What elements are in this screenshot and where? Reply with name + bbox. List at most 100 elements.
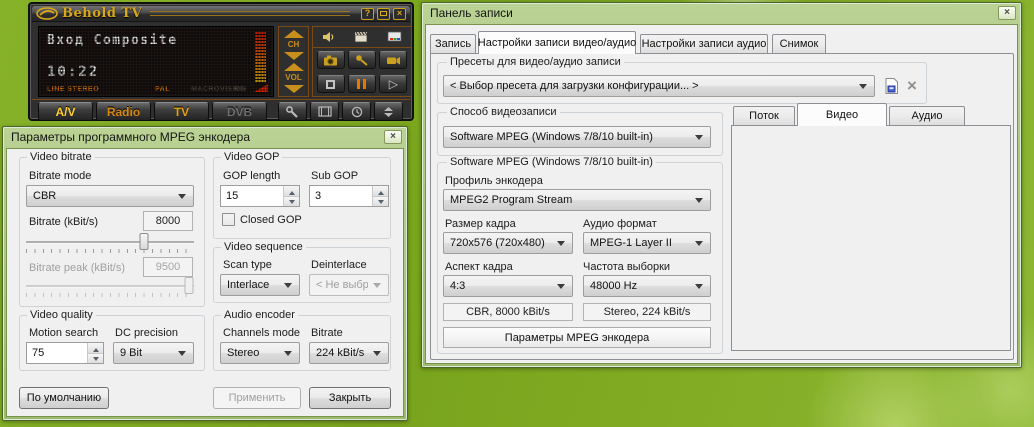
volume-down-button[interactable] — [284, 85, 304, 93]
bitrate-mode-combo[interactable]: CBR — [26, 185, 194, 207]
mute-icon[interactable] — [322, 31, 335, 43]
subtab-audio[interactable]: Аудио — [889, 106, 965, 125]
volume-up-button[interactable] — [284, 63, 304, 71]
close-button[interactable]: × — [384, 130, 402, 144]
volume-meter — [255, 32, 266, 82]
spinner-buttons[interactable] — [283, 186, 299, 206]
snapshot-button[interactable] — [317, 51, 345, 69]
mode-button-av[interactable]: A/V — [38, 102, 93, 121]
mode-button-dvb[interactable]: DVB — [212, 102, 267, 121]
behold-tv-title: Behold TV — [62, 6, 142, 21]
mode-button-label: Radio — [107, 105, 140, 119]
behold-toolbar: ▷ — [312, 26, 412, 97]
tab-video-audio-settings[interactable]: Настройки записи видео/аудио — [478, 31, 636, 54]
audio-format-combo[interactable]: MPEG-1 Layer II — [583, 232, 711, 254]
closed-gop-checkbox[interactable] — [222, 213, 235, 226]
mpeg-params-button[interactable]: Параметры MPEG энкодера — [443, 327, 711, 348]
motion-search-label: Motion search — [29, 327, 98, 339]
lcd-badge-standard: PAL — [155, 86, 170, 93]
close-icon: × — [397, 9, 402, 18]
record-panel-client: Запись Настройки записи видео/аудио Наст… — [425, 24, 1018, 364]
close-button[interactable]: × — [393, 8, 406, 20]
combo-value: 9 Bit — [120, 347, 142, 359]
button-label: Закрыть — [329, 392, 371, 404]
sample-rate-combo[interactable]: 48000 Hz — [583, 275, 711, 297]
spinner-value: 15 — [221, 186, 283, 206]
help-icon: ? — [365, 9, 371, 18]
record-panel-title: Панель записи — [430, 6, 513, 20]
close-dialog-button[interactable]: Закрыть — [309, 387, 391, 409]
frame-size-combo[interactable]: 720x576 (720x480) — [443, 232, 573, 254]
channel-down-button[interactable] — [284, 52, 304, 60]
defaults-button[interactable]: По умолчанию — [19, 387, 109, 409]
tab-label: Аудио — [911, 110, 942, 122]
mode-button-label: DVB — [227, 105, 252, 119]
mpeg-encoder-dialog: Параметры программного MPEG энкодера × V… — [2, 126, 408, 421]
close-button[interactable]: × — [998, 6, 1016, 20]
tab-audio-settings[interactable]: Настройки записи аудио — [640, 34, 768, 53]
pause-button[interactable] — [348, 75, 376, 93]
spinner-buttons[interactable] — [87, 343, 103, 363]
combo-value: < Выбор пресета для загрузки конфигураци… — [450, 80, 699, 92]
clock-icon — [351, 106, 363, 118]
fold-button[interactable] — [374, 102, 403, 121]
bitrate-peak-value: 9500 — [143, 257, 193, 277]
slider-handle[interactable] — [139, 233, 148, 250]
mode-button-radio[interactable]: Radio — [96, 102, 151, 121]
record-panel-titlebar[interactable]: Панель записи × — [422, 3, 1021, 23]
behold-mode-row: A/V Radio TV DVB — [32, 99, 410, 121]
minimize-icon — [380, 11, 387, 16]
mpeg-dialog-titlebar[interactable]: Параметры программного MPEG энкодера × — [3, 127, 407, 147]
save-preset-icon[interactable] — [883, 77, 900, 95]
subtab-video[interactable]: Видео — [797, 103, 887, 126]
behold-tv-titlebar[interactable]: Behold TV ? × — [32, 6, 410, 22]
mode-button-tv[interactable]: TV — [154, 102, 209, 121]
settings-button[interactable] — [278, 102, 307, 121]
channels-mode-combo[interactable]: Stereo — [220, 342, 300, 364]
dc-precision-label: DC precision — [115, 327, 178, 339]
records-button[interactable] — [310, 102, 339, 121]
close-icon: × — [1004, 8, 1010, 18]
tab-snapshot[interactable]: Снимок — [772, 34, 826, 53]
display-icon[interactable] — [387, 31, 402, 43]
audio-bitrate-combo[interactable]: 224 kBit/s — [309, 342, 389, 364]
video-record-button[interactable] — [379, 51, 407, 69]
group-caption: Software MPEG (Windows 7/8/10 built-in) — [447, 156, 656, 168]
dc-precision-combo[interactable]: 9 Bit — [113, 342, 194, 364]
group-caption: Video bitrate — [27, 151, 95, 163]
group-caption: Audio encoder — [221, 309, 298, 321]
spinner-value: 75 — [27, 343, 87, 363]
combo-value: 224 kBit/s — [316, 347, 364, 359]
sub-gop-spinner[interactable]: 3 — [309, 185, 389, 207]
up-down-arrows-icon — [383, 106, 394, 118]
bitrate-slider[interactable] — [26, 241, 194, 243]
spinner-buttons[interactable] — [372, 186, 388, 206]
encoder-profile-label: Профиль энкодера — [445, 175, 543, 187]
combo-value: CBR — [33, 190, 56, 202]
scheduler-button[interactable] — [342, 102, 371, 121]
subtab-stream[interactable]: Поток — [733, 106, 795, 125]
record-method-combo[interactable]: Software MPEG (Windows 7/8/10 built-in) — [443, 126, 711, 148]
behold-tv-window: Behold TV ? × Вход Composite 10:22 LINE … — [28, 2, 414, 121]
tab-record[interactable]: Запись — [430, 34, 476, 53]
audio-record-button[interactable] — [348, 51, 376, 69]
channel-up-button[interactable] — [284, 30, 304, 38]
combo-value: 48000 Hz — [590, 280, 637, 292]
help-button[interactable]: ? — [361, 8, 374, 20]
minimize-button[interactable] — [377, 8, 390, 20]
aspect-combo[interactable]: 4:3 — [443, 275, 573, 297]
play-button[interactable]: ▷ — [379, 75, 407, 93]
preset-combo[interactable]: < Выбор пресета для загрузки конфигураци… — [443, 75, 875, 97]
stop-button[interactable] — [317, 75, 345, 93]
snapshot-clapper-icon[interactable] — [354, 31, 368, 43]
bitrate-peak-slider — [26, 285, 194, 287]
mode-button-label: A/V — [55, 105, 75, 119]
scan-type-combo[interactable]: Interlace — [220, 274, 300, 296]
spinner-value: 3 — [310, 186, 372, 206]
desktop: Behold TV ? × Вход Composite 10:22 LINE … — [0, 0, 1034, 427]
mpeg-dialog-client: Video bitrate Bitrate mode CBR Bitrate (… — [6, 148, 404, 417]
delete-preset-icon[interactable]: × — [907, 77, 917, 94]
motion-search-spinner[interactable]: 75 — [26, 342, 104, 364]
encoder-profile-combo[interactable]: MPEG2 Program Stream — [443, 189, 711, 211]
gop-length-spinner[interactable]: 15 — [220, 185, 300, 207]
